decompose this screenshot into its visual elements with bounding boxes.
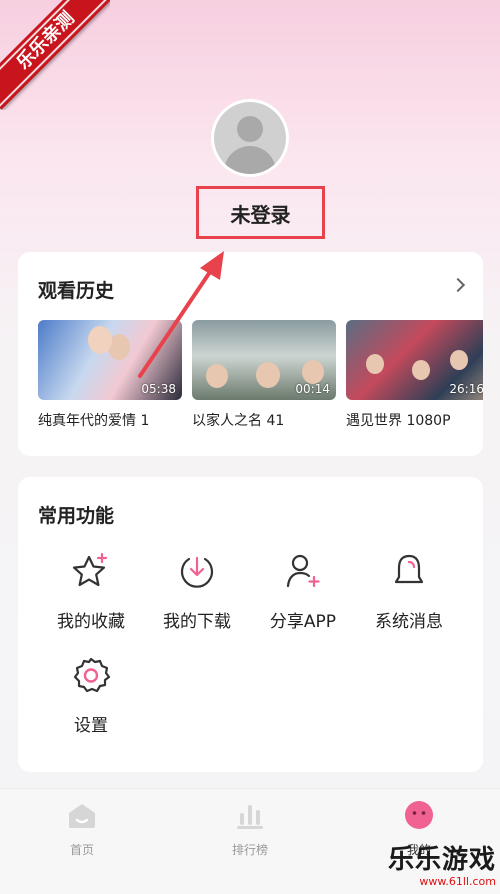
function-label: 系统消息 [375, 612, 443, 632]
watermark-url: www.61ll.com [419, 875, 496, 888]
default-avatar-icon [214, 102, 286, 174]
avatar[interactable] [211, 99, 289, 177]
functions-title: 常用功能 [38, 505, 115, 527]
function-label: 分享APP [269, 612, 337, 632]
corner-ribbon: 乐乐亲测 [0, 0, 110, 110]
video-duration: 05:38 [141, 382, 176, 396]
ribbon-text: 乐乐亲测 [0, 0, 110, 110]
site-watermark: 乐乐游戏 www.61ll.com [388, 845, 496, 888]
function-label: 我的下载 [163, 612, 231, 632]
system-messages-button[interactable]: 系统消息 [356, 551, 462, 632]
history-item[interactable]: 05:38 纯真年代的爱情 1 [38, 320, 182, 430]
nav-label: 排行榜 [231, 843, 268, 857]
downloads-button[interactable]: 我的下载 [144, 551, 250, 632]
video-duration: 26:16 [449, 382, 483, 396]
login-highlight-box[interactable]: 未登录 [196, 186, 325, 239]
history-item[interactable]: 00:14 以家人之名 41 [192, 320, 336, 430]
nav-ranking[interactable]: 排行榜 [200, 799, 300, 858]
gear-icon [73, 657, 111, 693]
login-label[interactable]: 未登录 [199, 199, 322, 228]
share-user-icon [286, 554, 320, 588]
bell-icon [394, 554, 424, 584]
nav-label: 首页 [69, 843, 94, 857]
video-title: 遇见世界 1080P [346, 413, 451, 429]
ranking-icon [237, 805, 263, 829]
download-icon [180, 556, 214, 588]
common-functions-card: 常用功能 我的收藏 我的下载 分享APP 系统消息 设置 [18, 477, 483, 772]
history-list: 05:38 纯真年代的爱情 1 00:14 以家人之名 41 26:16 遇见世… [38, 320, 483, 432]
star-plus-icon [72, 552, 108, 587]
watch-history-card: 观看历史 05:38 纯真年代的爱情 1 00:14 以家人之名 41 26:1… [18, 252, 483, 456]
video-title: 以家人之名 41 [192, 413, 285, 429]
video-thumbnail: 00:14 [192, 320, 336, 400]
chevron-right-icon[interactable] [450, 277, 466, 293]
video-thumbnail: 26:16 [346, 320, 483, 400]
function-label: 设置 [74, 716, 108, 736]
home-icon [69, 804, 95, 828]
video-thumbnail: 05:38 [38, 320, 182, 400]
share-app-button[interactable]: 分享APP [250, 551, 356, 632]
video-title: 纯真年代的爱情 1 [38, 413, 150, 429]
settings-button[interactable]: 设置 [38, 655, 144, 736]
watermark-main: 乐乐游戏 [387, 845, 496, 875]
favorites-button[interactable]: 我的收藏 [38, 551, 144, 632]
video-duration: 00:14 [295, 382, 330, 396]
nav-home[interactable]: 首页 [32, 799, 132, 858]
history-title: 观看历史 [38, 280, 115, 302]
profile-face-icon [405, 801, 433, 829]
function-label: 我的收藏 [57, 612, 125, 632]
history-item[interactable]: 26:16 遇见世界 1080P [346, 320, 483, 430]
